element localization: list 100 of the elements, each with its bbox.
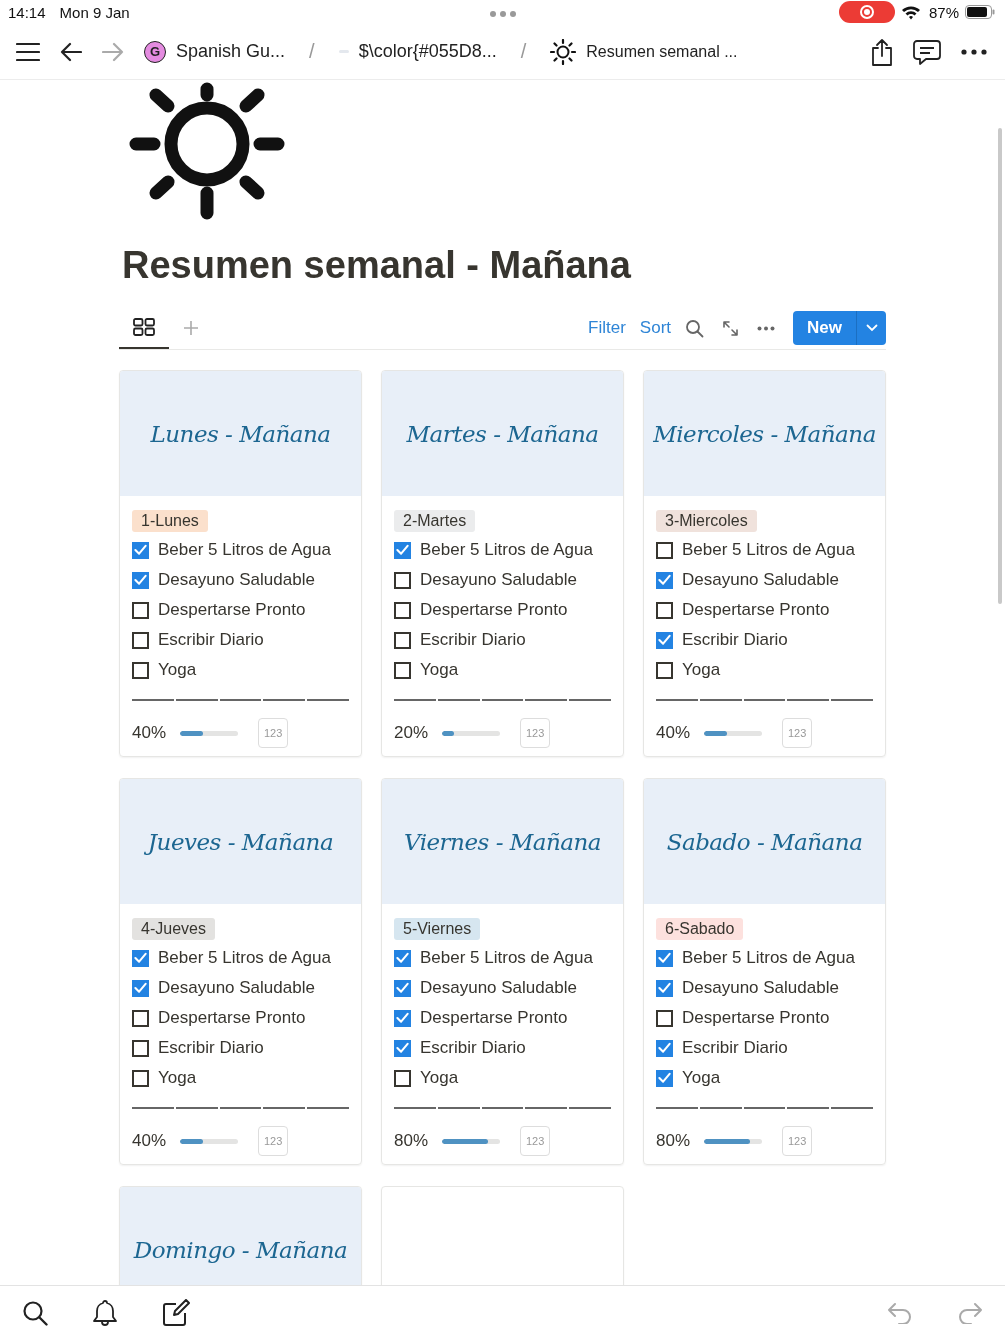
breadcrumb-link[interactable]: $\color{#055D8...: [358, 41, 497, 62]
checkbox[interactable]: [656, 601, 673, 619]
compose-icon[interactable]: [162, 1299, 190, 1327]
checkbox[interactable]: [132, 601, 149, 619]
habit-label: Despertarse Pronto: [682, 1008, 830, 1028]
menu-icon[interactable]: [16, 41, 40, 62]
checkbox[interactable]: [132, 541, 149, 559]
checkbox[interactable]: [132, 1069, 149, 1087]
habit-label: Escribir Diario: [158, 630, 264, 650]
page-title: Resumen semanal - Mañana: [122, 244, 632, 287]
bell-icon[interactable]: [92, 1299, 118, 1327]
chevron-down-icon: [865, 324, 878, 332]
date: Mon 9 Jan: [59, 3, 130, 21]
checkbox[interactable]: [656, 541, 673, 559]
habit-label: Yoga: [420, 1068, 459, 1088]
checkbox[interactable]: [132, 631, 149, 649]
habit-label: Desayuno Saludable: [420, 978, 577, 998]
breadcrumb-link[interactable]: Spanish Gu...: [176, 41, 286, 62]
cover-title: Lunes - Mañana: [150, 420, 331, 447]
checkbox[interactable]: [656, 1069, 673, 1087]
comment-icon[interactable]: [913, 38, 941, 65]
gallery-card[interactable]: Martes - Mañana 2-Martes Beber 5 Litros de Agua Desayuno Saludable Despertarse Pronto Escribir Diario Yoga 20% 123: [381, 370, 624, 757]
checkbox[interactable]: [394, 541, 411, 559]
checkbox[interactable]: [394, 1009, 411, 1027]
checkbox[interactable]: [656, 631, 673, 649]
number-chip: 123: [258, 718, 289, 748]
habit-label: Escribir Diario: [420, 630, 526, 650]
checkbox[interactable]: [656, 1009, 673, 1027]
checkbox[interactable]: [394, 571, 411, 589]
gallery-card[interactable]: Jueves - Mañana 4-Jueves Beber 5 Litros de Agua Desayuno Saludable Despertarse Pronto Escribir Diario Yoga 40% 123: [119, 778, 362, 1165]
day-tag: 2-Martes: [394, 510, 476, 532]
checkbox[interactable]: [394, 949, 411, 967]
progress-percentage: 80%: [394, 1131, 430, 1151]
breadcrumb-separator: /: [309, 40, 315, 63]
gallery-card[interactable]: Miercoles - Mañana 3-Miercoles Beber 5 Litros de Agua Desayuno Saludable Despertarse Pronto Escribir Diario Yoga 40% 123: [643, 370, 886, 757]
progress-percentage: 40%: [656, 723, 692, 743]
share-icon[interactable]: [871, 37, 893, 66]
habit-label: Escribir Diario: [420, 1038, 526, 1058]
scrollbar[interactable]: [998, 128, 1002, 604]
day-tag: 1-Lunes: [132, 510, 208, 532]
cover-title: Viernes - Mañana: [403, 828, 602, 855]
number-chip: 123: [520, 718, 551, 748]
checkbox[interactable]: [656, 979, 673, 997]
habit-label: Yoga: [420, 660, 459, 680]
habit-label: Beber 5 Litros de Agua: [682, 540, 855, 560]
toolbar-link[interactable]: Filter: [588, 318, 626, 338]
clock: 14:14: [8, 3, 46, 21]
wifi-icon: [900, 4, 921, 20]
checkbox[interactable]: [394, 631, 411, 649]
progress-percentage: 40%: [132, 1131, 168, 1151]
progress-bar: [704, 1138, 762, 1144]
number-chip: 123: [258, 1126, 289, 1156]
checkbox[interactable]: [132, 1009, 149, 1027]
checkbox[interactable]: [656, 949, 673, 967]
workspace-avatar: G: [144, 40, 166, 63]
cover-title: Sabado - Mañana: [666, 828, 863, 855]
breadcrumb-link[interactable]: Resumen semanal ...: [586, 42, 738, 61]
progress-bar: [180, 1138, 238, 1144]
new-dropdown-button[interactable]: [856, 311, 886, 345]
habit-label: Despertarse Pronto: [420, 600, 568, 620]
gallery-card[interactable]: Domingo - Mañana: [119, 1186, 362, 1285]
day-tag: 5-Viernes: [394, 918, 481, 940]
checkbox[interactable]: [132, 949, 149, 967]
toolbar-link[interactable]: Sort: [639, 318, 672, 338]
checkbox[interactable]: [394, 1069, 411, 1087]
checkbox[interactable]: [394, 1039, 411, 1057]
checkbox[interactable]: [656, 1039, 673, 1057]
multitasking-dots-icon[interactable]: [489, 10, 517, 18]
checkbox[interactable]: [132, 979, 149, 997]
checkbox[interactable]: [132, 661, 149, 679]
habit-label: Beber 5 Litros de Agua: [420, 948, 593, 968]
progress-bar: [704, 730, 762, 736]
habit-label: Desayuno Saludable: [682, 570, 839, 590]
habit-label: Yoga: [158, 660, 197, 680]
back-arrow-icon[interactable]: [60, 41, 82, 62]
checkbox[interactable]: [394, 979, 411, 997]
checkbox[interactable]: [656, 571, 673, 589]
new-button[interactable]: New: [793, 311, 856, 345]
habit-label: Desayuno Saludable: [158, 570, 315, 590]
gallery-card[interactable]: Sabado - Mañana 6-Sabado Beber 5 Litros de Agua Desayuno Saludable Despertarse Pronto Escribir Diario Yoga 80% 123: [643, 778, 886, 1165]
day-tag: 3-Miercoles: [656, 510, 757, 532]
habit-label: Despertarse Pronto: [158, 1008, 306, 1028]
search-icon[interactable]: [22, 1300, 48, 1326]
checkbox[interactable]: [132, 1039, 149, 1057]
checkbox[interactable]: [394, 661, 411, 679]
more-icon[interactable]: [961, 48, 987, 55]
gallery-card[interactable]: Lunes - Mañana 1-Lunes Beber 5 Litros de Agua Desayuno Saludable Despertarse Pronto Escribir Diario Yoga 40% 123: [119, 370, 362, 757]
checkbox[interactable]: [132, 571, 149, 589]
checkbox[interactable]: [394, 601, 411, 619]
expand-icon[interactable]: [722, 319, 740, 337]
habit-label: Beber 5 Litros de Agua: [158, 948, 331, 968]
progress-percentage: 40%: [132, 723, 168, 743]
habit-label: Yoga: [682, 660, 721, 680]
checkbox[interactable]: [656, 661, 673, 679]
progress-percentage: 20%: [394, 723, 430, 743]
habit-label: Desayuno Saludable: [158, 978, 315, 998]
gallery-card[interactable]: Viernes - Mañana 5-Viernes Beber 5 Litros de Agua Desayuno Saludable Despertarse Pronto Escribir Diario Yoga 80% 123: [381, 778, 624, 1165]
day-tag: 6-Sabado: [656, 918, 744, 940]
breadcrumb-separator: /: [520, 40, 527, 63]
progress-percentage: 80%: [656, 1131, 692, 1151]
